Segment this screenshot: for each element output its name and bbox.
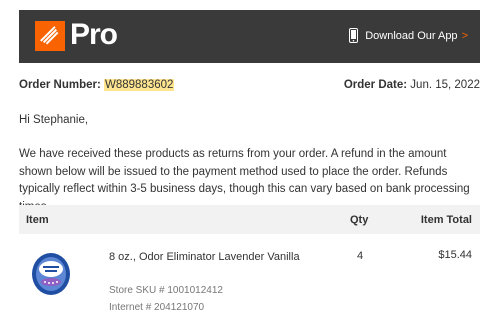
pro-brand-text: Pro [70,18,118,51]
product-qty: 4 [357,250,364,262]
order-date-value: Jun. 15, 2022 [410,79,480,91]
download-app-label[interactable]: Download Our App [365,30,457,42]
product-total: $15.44 [438,249,472,261]
order-number-value: W889883602 [104,79,175,91]
column-header-item: Item [26,214,49,226]
home-depot-logo-icon[interactable] [35,21,65,51]
email-header: Pro Download Our App > [19,10,480,63]
order-date: Order Date: Jun. 15, 2022 [344,79,480,91]
greeting: Hi Stephanie, [19,114,89,126]
order-info-row: Order Number: W889883602 Order Date: Jun… [19,79,480,91]
order-date-label: Order Date: [343,79,408,91]
download-app-link[interactable]: Download Our App > [349,28,468,43]
internet-number: Internet # 204121070 [109,302,205,313]
store-sku: Store SKU # 1001012412 [109,285,223,296]
order-number-label: Order Number: [19,79,101,91]
smartphone-icon [349,28,359,43]
column-header-qty: Qty [350,214,369,226]
product-name[interactable]: 8 oz., Odor Eliminator Lavender Vanilla [109,251,300,263]
chevron-right-icon: > [461,29,468,42]
table-header-row: Item Qty Item Total [19,205,480,234]
odor-genie-product-icon[interactable] [29,248,73,298]
column-header-total: Item Total [420,214,472,226]
